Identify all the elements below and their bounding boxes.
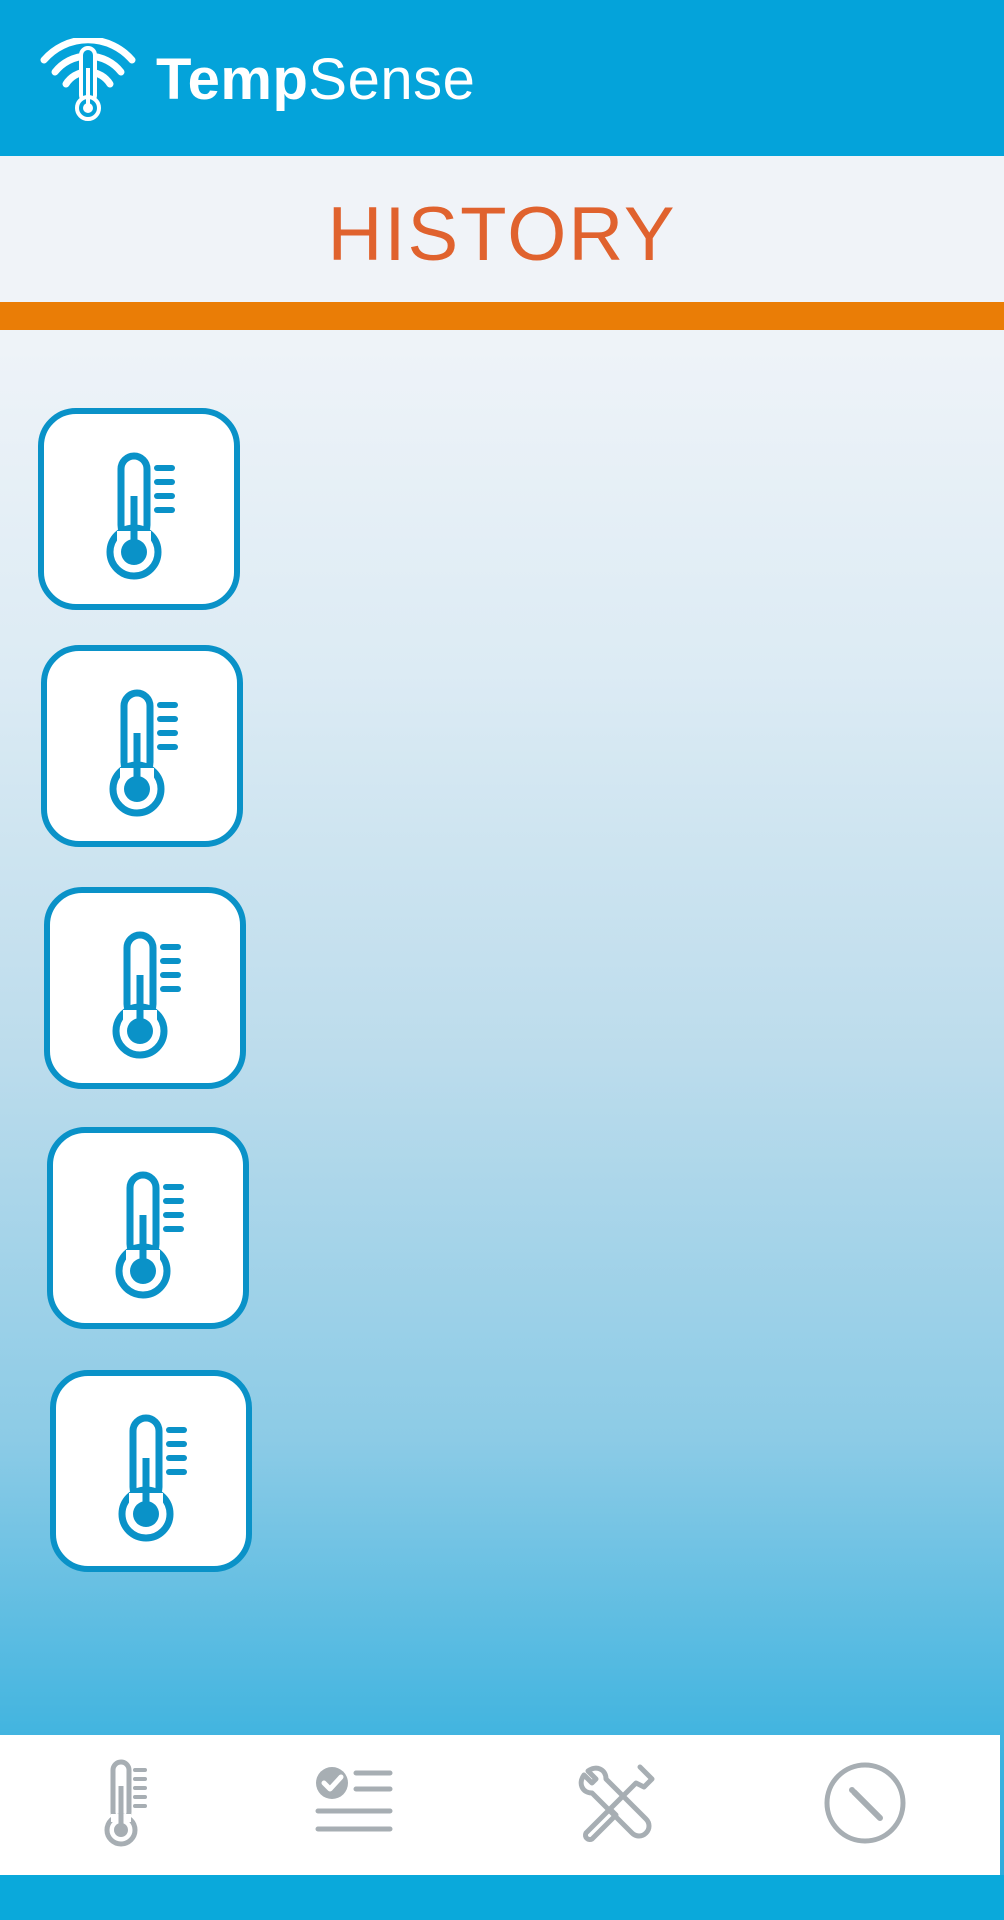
brand-name-light: Sense [308,47,476,112]
history-item-3[interactable] [44,887,246,1089]
nav-item-tools[interactable] [566,1753,666,1853]
history-item-5[interactable] [50,1370,252,1572]
nav-item-compass[interactable] [815,1753,915,1853]
thermometer-icon [104,1759,147,1847]
app-logo: TempSense [38,38,475,122]
bottom-strip [0,1875,1004,1920]
checklist-icon [315,1767,393,1832]
page-title: HISTORY [327,192,677,277]
thermometer-icon [118,1414,187,1542]
nav-item-checklist[interactable] [304,1753,404,1853]
brand-name: TempSense [156,51,475,109]
app-header: TempSense [0,0,1004,156]
wifi-thermometer-icon [38,38,138,122]
thermometer-icon [106,452,175,580]
title-band: HISTORY [0,156,1004,302]
history-item-2[interactable] [41,645,243,847]
thermometer-icon [109,689,178,817]
tools-icon [578,1764,655,1842]
brand-name-bold: Temp [156,47,309,112]
history-screen: TempSense HISTORY [0,0,1004,1920]
compass-icon [824,1762,906,1844]
bottom-nav [0,1735,1000,1875]
thermometer-icon [112,931,181,1059]
accent-divider [0,302,1004,330]
history-item-1[interactable] [38,408,240,610]
thermometer-icon [115,1171,184,1299]
history-item-4[interactable] [47,1127,249,1329]
nav-item-temperature[interactable] [78,1753,178,1853]
